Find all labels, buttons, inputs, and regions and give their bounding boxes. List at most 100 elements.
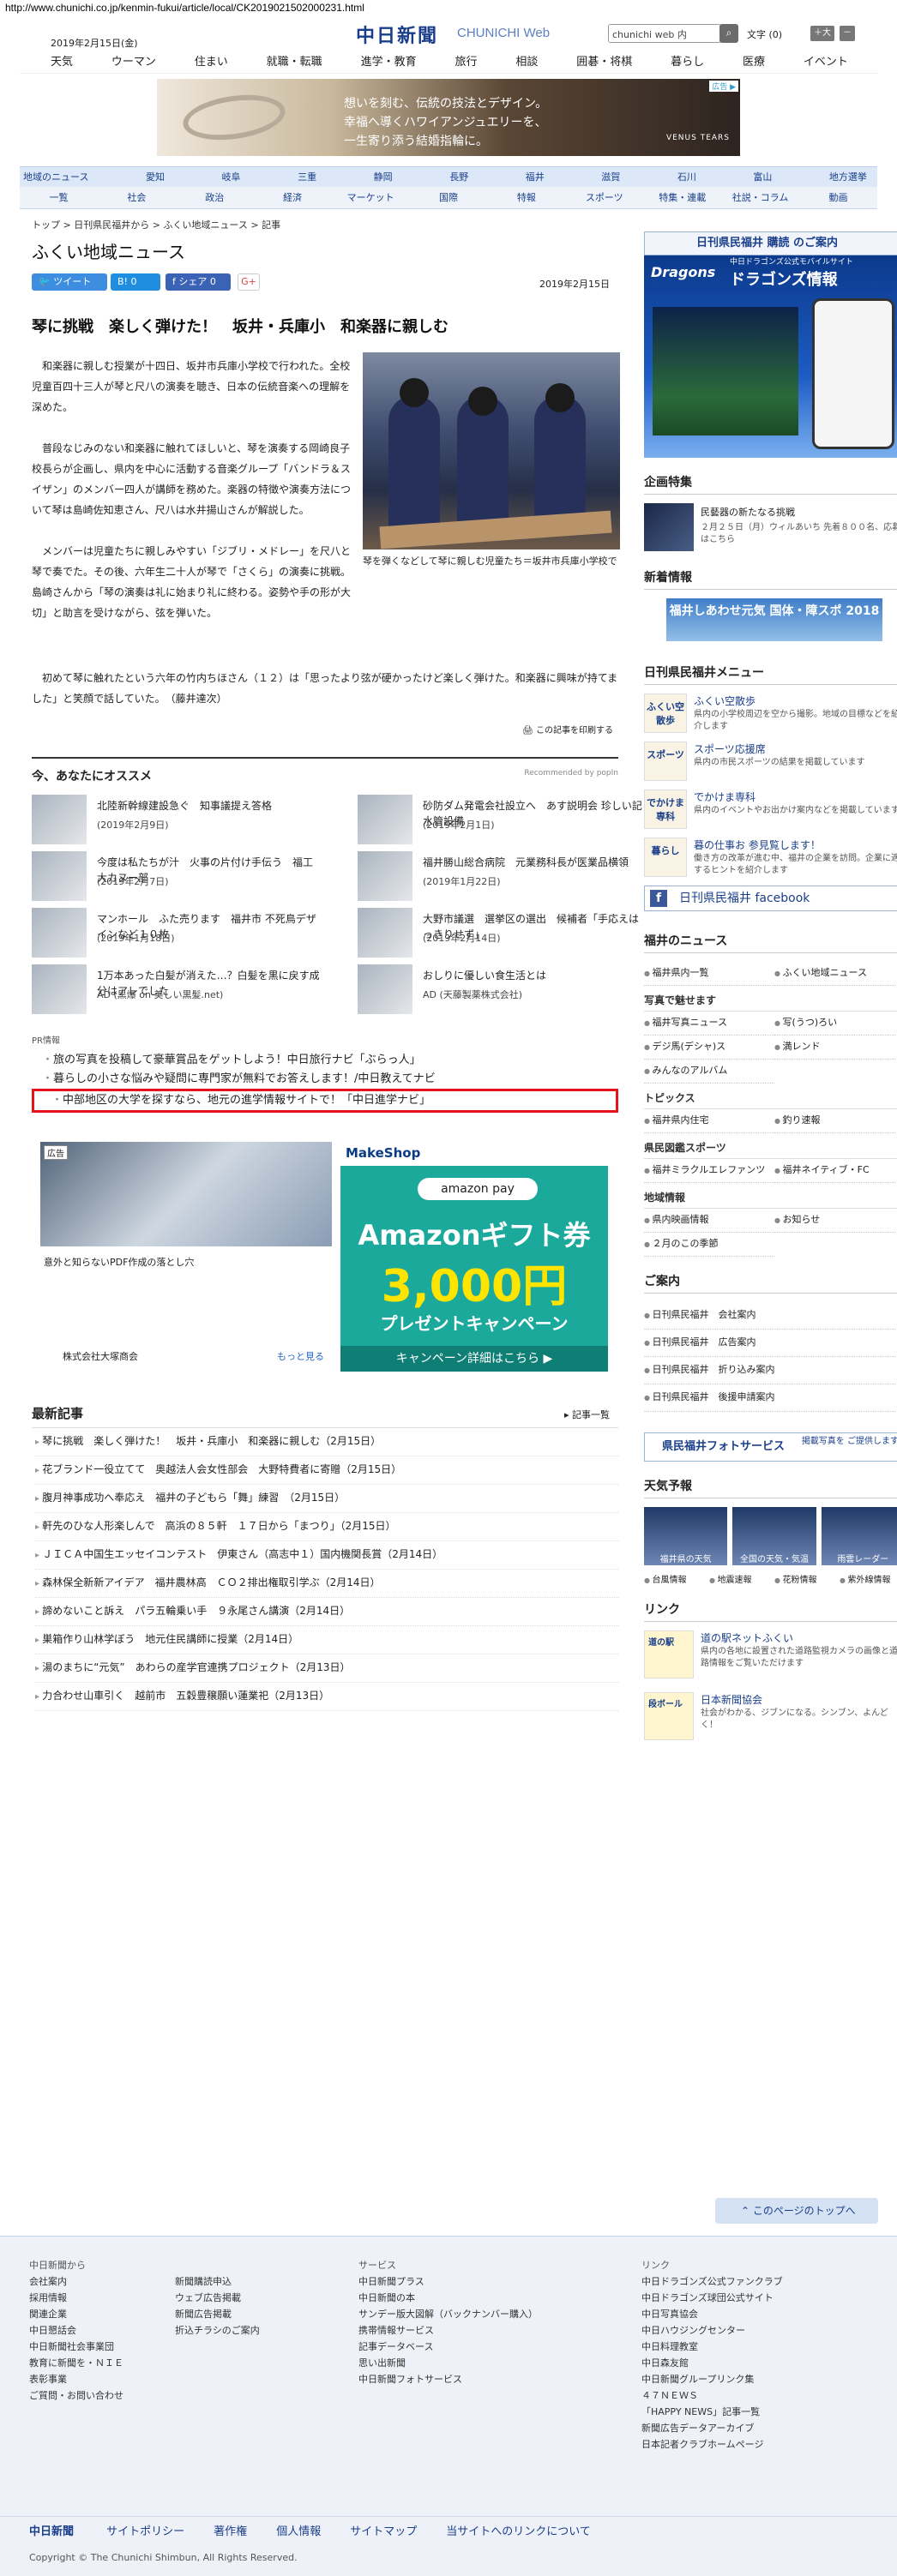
footer-link[interactable]: ウェブ広告掲載 xyxy=(175,2290,260,2306)
side-news-link[interactable]: 福井県内住宅 xyxy=(644,1109,774,1133)
pdf-ad[interactable]: 広告 意外と知らないPDF作成の落とし穴 株式会社大塚商会 もっと見る xyxy=(40,1142,337,1372)
footer-link[interactable]: 中日新聞フォトサービス xyxy=(358,2371,538,2387)
topnav-item[interactable]: 医療 xyxy=(743,51,765,73)
menu-item[interactable]: スポーツ スポーツ応援席 県内の市民スポーツの結果を掲載しています xyxy=(644,742,897,783)
latest-article-link[interactable]: 森林保全新新アイデア 福井農林高 ＣＯ２排出権取引学ぶ（2月14日） xyxy=(35,1570,618,1598)
jewelry-ad-banner[interactable]: 想いを刻む、伝統の技法とデザイン。 幸福へ導くハワイアンジュエリーを、 一生寄り添う… xyxy=(157,79,740,156)
regional-nav-item[interactable]: 愛知 xyxy=(146,167,165,187)
category-nav-item[interactable]: 経済 xyxy=(254,187,332,208)
footer-link[interactable]: 中日ドラゴンズ公式ファンクラブ xyxy=(641,2273,783,2290)
recommend-item[interactable]: 大野市議選 選挙区の選出 候補者「手応えはっきりせず」 (2019年2月14日) xyxy=(358,908,649,959)
breadcrumb[interactable]: トップ > 日刊県民福井から > ふくい地域ニュース > 記事 xyxy=(32,218,877,231)
recommend-item[interactable]: 福井勝山総合病院 元業務科長が医業品横領 (2019年1月22日) xyxy=(358,851,649,903)
regional-nav-item[interactable]: 富山 xyxy=(753,167,772,187)
side-news-link[interactable]: 福井写真ニュース xyxy=(644,1012,774,1036)
kikaku-item[interactable]: 民藝器の新たなる挑戦 ２月２５日（月）ウィルあいち 先着８００名、応募はこちら xyxy=(644,503,897,553)
topnav-item[interactable]: 進学・教育 xyxy=(361,51,417,73)
category-nav-item[interactable]: 社説・コラム xyxy=(721,187,799,208)
side-news-link[interactable]: お知らせ xyxy=(774,1209,897,1233)
footer-link[interactable]: 新聞広告データアーカイブ xyxy=(641,2420,783,2436)
pr-link[interactable]: 旅の写真を投稿して豪華賞品をゲットしよう！中日旅行ナビ「ぶらっ人」 xyxy=(42,1051,618,1070)
menu-item-title[interactable]: スポーツ応援席 xyxy=(694,742,766,756)
regional-nav-item[interactable]: 静岡 xyxy=(374,167,393,187)
menu-item[interactable]: でかけま専科 でかけま専科 県内のイベントやお出かけ案内などを掲載しています xyxy=(644,790,897,831)
recommend-item[interactable]: 1万本あった白髪が消えた…？白髪を黒に戻す成分はアレでした AD (黒爆 on 美… xyxy=(32,964,323,1016)
footer-link[interactable]: ご質問・お問い合わせ xyxy=(29,2387,123,2404)
annai-link[interactable]: 日刊県民福井 後援申請案内 xyxy=(644,1384,897,1412)
regional-nav-item[interactable]: 地域のニュース xyxy=(20,167,88,187)
subscription-banner[interactable]: 日刊県民福井 購読 のご案内 xyxy=(644,231,897,255)
footer-bar-link[interactable]: 個人情報 xyxy=(276,2525,321,2538)
weather-link[interactable]: 地震速報 xyxy=(709,1572,774,1585)
regional-nav-item[interactable]: 長野 xyxy=(449,167,468,187)
hatena-button[interactable]: B! 0 xyxy=(111,273,160,291)
pr-link-highlighted[interactable]: 中部地区の大学を探すなら、地元の進学情報サイトで！「中日進学ナビ」 xyxy=(32,1089,618,1113)
amazon-gift-ad[interactable]: MakeShop amazon pay Amazonギフト券 3,000円 プレ… xyxy=(340,1142,608,1372)
link-item[interactable]: 段ボール 日本新聞協会 社会がわかる、ジブンになる。シンブン、よんどく！ xyxy=(644,1692,897,1747)
link-title[interactable]: 日本新聞協会 xyxy=(701,1692,762,1707)
weather-link[interactable]: 紫外線情報 xyxy=(840,1572,897,1585)
latest-article-link[interactable]: 琴に挑戦 楽しく弾けた！ 坂井・兵庫小 和楽器に親しむ（2月15日） xyxy=(35,1428,618,1456)
google-plus-button[interactable]: G+ xyxy=(238,273,260,291)
category-nav-item[interactable]: マーケット xyxy=(332,187,410,208)
category-nav-item[interactable]: 動画 xyxy=(799,187,877,208)
annai-link[interactable]: 日刊県民福井 会社案内 xyxy=(644,1302,897,1330)
side-news-link[interactable]: 釣り速報 xyxy=(774,1109,897,1133)
footer-link[interactable]: 中日新聞グループリンク集 xyxy=(641,2371,783,2387)
latest-article-link[interactable]: 力合わせ山車引く 越前市 五穀豊穣願い蓮業祀（2月13日） xyxy=(35,1683,618,1711)
footer-link[interactable]: 関連企業 xyxy=(29,2306,123,2322)
footer-bar-link[interactable]: 著作権 xyxy=(214,2525,247,2538)
recommend-item[interactable]: おしりに優しい食生活とは AD (天藤製薬株式会社) xyxy=(358,964,649,1016)
footer-bar-link[interactable]: サイトポリシー xyxy=(106,2525,184,2538)
regional-nav-item[interactable]: 三重 xyxy=(298,167,316,187)
footer-link[interactable]: 新聞広告掲載 xyxy=(175,2306,260,2322)
footer-link[interactable]: 「HAPPY NEWS」記事一覧 xyxy=(641,2404,783,2420)
topnav-item[interactable]: 囲碁・将棋 xyxy=(576,51,632,73)
regional-nav-item[interactable]: 滋賀 xyxy=(601,167,620,187)
latest-article-link[interactable]: 腹月神事成功へ奉応え 福井の子どもら「舞」練習 （2月15日） xyxy=(35,1485,618,1513)
category-nav-item[interactable]: 社会 xyxy=(98,187,176,208)
footer-link[interactable]: 折込チラシのご案内 xyxy=(175,2322,260,2339)
kikaku-headline[interactable]: 民藝器の新たなる挑戦 xyxy=(701,505,795,519)
photo-service-banner[interactable]: 県民福井フォトサービス 掲載写真を ご提供します xyxy=(644,1432,897,1462)
side-news-link[interactable]: 福井県内一覧 xyxy=(644,962,774,986)
footer-logo[interactable]: 中日新聞 xyxy=(29,2525,74,2538)
tweet-button[interactable]: 🐦 ツイート xyxy=(32,273,107,291)
footer-link[interactable]: 会社案内 xyxy=(29,2273,123,2290)
category-nav-item[interactable]: スポーツ xyxy=(565,187,643,208)
side-news-link[interactable]: デジ馬(デシャ)ス xyxy=(644,1036,774,1060)
side-news-link[interactable]: 写(うつ)ろい xyxy=(774,1012,897,1036)
pr-link[interactable]: 暮らしの小さな悩みや疑問に専門家が無料でお答えします！/中日教えてナビ xyxy=(42,1070,618,1089)
campaign-detail-button[interactable]: キャンペーン詳細はこちら ▶ xyxy=(340,1346,608,1372)
search-input[interactable]: chunichi web 内 xyxy=(608,24,721,43)
weather-tile[interactable]: 福井県の天気 xyxy=(644,1507,728,1565)
latest-article-link[interactable]: 軒先のひな人形楽しんで 高浜の８５軒 １７日から「まつり」（2月15日） xyxy=(35,1513,618,1541)
site-logo-en[interactable]: CHUNICHI Web xyxy=(457,26,550,40)
category-nav-item[interactable]: 特報 xyxy=(487,187,565,208)
link-title[interactable]: 道の駅ネットふくい xyxy=(701,1630,793,1645)
recommend-item[interactable]: 今度は私たちが汁 火事の片付け手伝う 福工大カヌー部 (2019年2月7日) xyxy=(32,851,323,903)
menu-item-title[interactable]: でかけま専科 xyxy=(694,790,756,804)
font-size-plus-button[interactable]: ＋大 xyxy=(810,26,834,41)
footer-link[interactable]: 採用情報 xyxy=(29,2290,123,2306)
recommend-title-link[interactable]: 北陸新幹線建設急ぐ 知事議提え答格 xyxy=(97,798,320,814)
weather-tile[interactable]: 全国の天気・気温 xyxy=(732,1507,816,1565)
recommend-item[interactable]: 砂防ダム発電会社設立へ あす説明会 珍しい記水管設備 (2019年2月1日) xyxy=(358,795,649,846)
topnav-item[interactable]: 旅行 xyxy=(455,51,477,73)
link-item[interactable]: 道の駅 道の駅ネットふくい 県内の各地に設置された道路監視カメラの画像と道路情報をご… xyxy=(644,1630,897,1685)
category-nav-item[interactable]: 一覧 xyxy=(20,187,98,208)
recommended-by[interactable]: Recommended by popIn xyxy=(524,769,618,778)
footer-link[interactable]: 中日森友館 xyxy=(641,2355,783,2371)
footer-link[interactable]: 中日新聞の本 xyxy=(358,2290,538,2306)
side-news-link[interactable]: 県内映画情報 xyxy=(644,1209,774,1233)
kokutai-banner[interactable]: 福井しあわせ元気 国体・障スポ 2018 xyxy=(666,598,882,641)
facebook-banner[interactable]: 日刊県民福井 facebook xyxy=(644,886,897,911)
latest-article-link[interactable]: 巣箱作り山林学ぼう 地元住民講師に授業（2月14日） xyxy=(35,1626,618,1654)
article-photo[interactable] xyxy=(363,352,620,549)
topnav-item[interactable]: 相談 xyxy=(515,51,538,73)
menu-item[interactable]: ふくい空散歩 ふくい空散歩 県内の小学校周辺を空から撮影。地域の目標などを紹介します xyxy=(644,694,897,735)
ad-more-link[interactable]: もっと見る xyxy=(277,1349,324,1363)
regional-nav-item[interactable]: 地方選挙 xyxy=(829,167,867,187)
topnav-item[interactable]: 住まい xyxy=(195,51,228,73)
side-news-link[interactable]: 福井ネイティブ・FC xyxy=(774,1159,897,1183)
